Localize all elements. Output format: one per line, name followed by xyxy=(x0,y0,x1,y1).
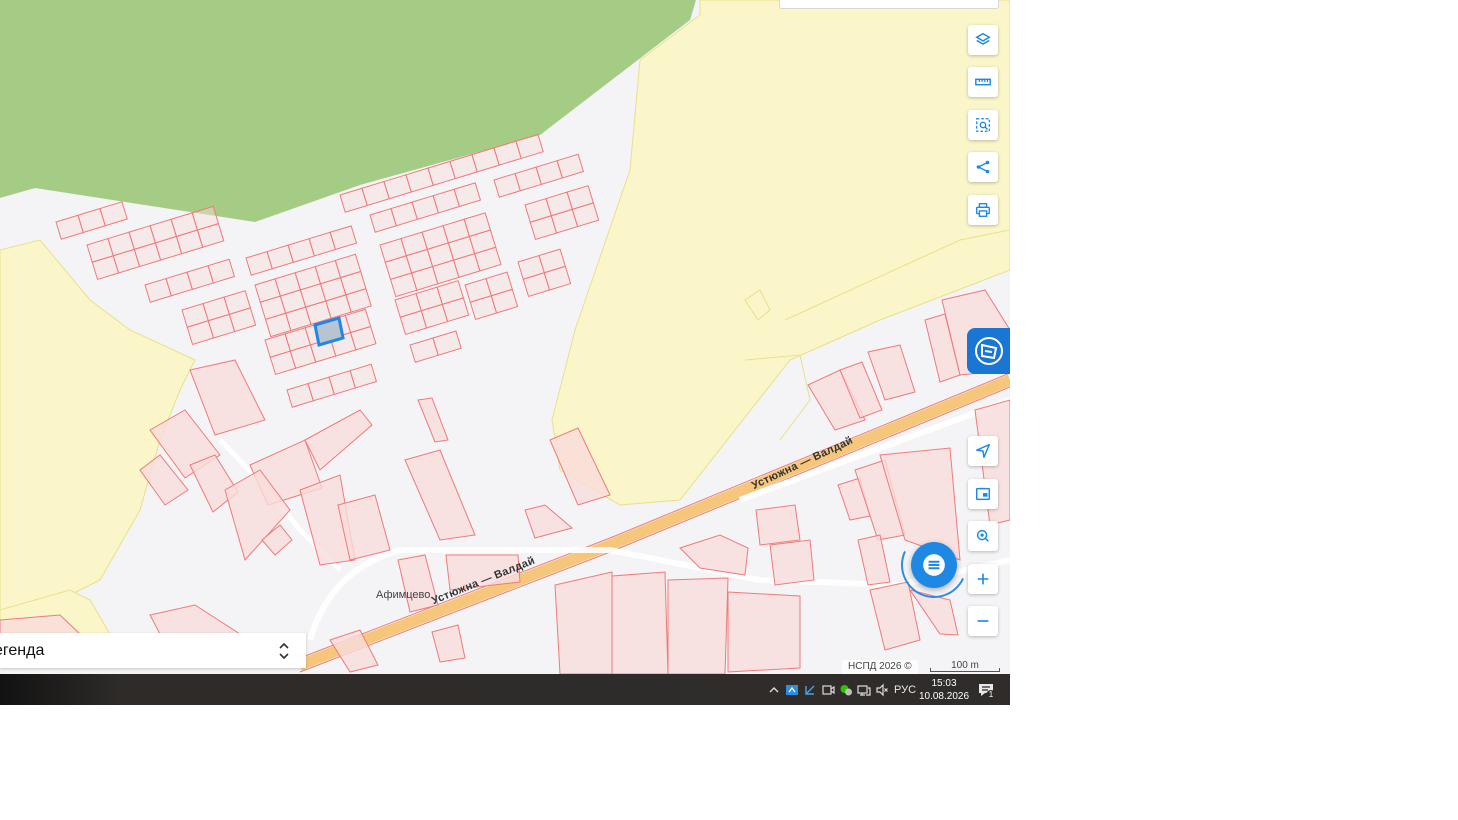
minimap-button[interactable] xyxy=(968,479,998,509)
browser-viewport: Афимцево Устюжна — Валдай Устюжна — Валд… xyxy=(0,0,1010,705)
minus-icon xyxy=(977,620,989,622)
app-pen-icon xyxy=(805,685,815,695)
parcel[interactable] xyxy=(611,571,669,674)
ruler-icon xyxy=(975,78,991,86)
share-icon xyxy=(976,160,990,174)
legend-toggle[interactable]: егенда xyxy=(0,633,306,668)
app-blue-icon xyxy=(786,684,798,695)
parcel[interactable] xyxy=(554,571,613,674)
tray-volume[interactable] xyxy=(874,674,890,705)
parcel[interactable] xyxy=(727,591,801,673)
tray-app-blue[interactable] xyxy=(784,674,800,705)
printer-icon xyxy=(976,203,990,217)
network-icon xyxy=(857,684,871,696)
clock-date: 10.08.2026 xyxy=(918,691,970,702)
area-select-button[interactable] xyxy=(968,110,998,140)
layers-button[interactable] xyxy=(968,25,998,55)
plus-icon xyxy=(977,573,989,585)
clock-time: 15:03 xyxy=(931,678,957,689)
chevron-up-down-icon xyxy=(279,642,289,659)
chat-button[interactable] xyxy=(911,542,957,588)
notification-count: 1 xyxy=(986,690,996,700)
target-pin-icon xyxy=(976,529,989,542)
windows-taskbar: РУС 15:03 10.08.2026 1 xyxy=(0,674,1010,705)
locate-button[interactable] xyxy=(968,436,998,466)
print-button[interactable] xyxy=(968,195,998,225)
tray-wechat[interactable] xyxy=(838,674,854,705)
legend-label: егенда xyxy=(0,641,45,659)
navigation-arrow-icon xyxy=(975,443,991,459)
parcel[interactable] xyxy=(769,539,815,586)
parcel[interactable] xyxy=(667,577,729,674)
scale-bar: 100 m xyxy=(930,660,1000,674)
place-label: Афимцево xyxy=(376,589,431,601)
select-search-icon xyxy=(976,118,990,132)
taskbar-clock[interactable]: 15:03 10.08.2026 xyxy=(918,677,970,703)
layers-icon xyxy=(975,32,991,45)
input-language[interactable]: РУС xyxy=(893,674,917,705)
show-hidden-icons-button[interactable] xyxy=(766,674,782,705)
geosearch-button[interactable] xyxy=(968,521,998,551)
map-attribution[interactable]: НСПД 2026 © xyxy=(842,660,918,674)
ruler-button[interactable] xyxy=(968,67,998,97)
folded-map-icon xyxy=(975,337,1003,365)
camera-icon xyxy=(822,684,835,695)
chat-lines-icon xyxy=(923,554,945,576)
tray-camera[interactable] xyxy=(820,674,836,705)
chevron-up-icon xyxy=(769,686,779,692)
parcel[interactable] xyxy=(755,504,801,546)
map-panel-tab[interactable] xyxy=(967,328,1010,374)
share-button[interactable] xyxy=(968,152,998,182)
wechat-icon xyxy=(840,684,852,695)
zoom-out-button[interactable] xyxy=(968,606,998,636)
tray-app-pen[interactable] xyxy=(802,674,818,705)
volume-muted-icon xyxy=(876,683,888,696)
tray-network[interactable] xyxy=(856,674,872,705)
search-panel-edge[interactable] xyxy=(779,0,999,9)
zoom-in-button[interactable] xyxy=(968,564,998,594)
scale-line xyxy=(930,668,1000,672)
picture-in-picture-icon xyxy=(975,487,991,501)
